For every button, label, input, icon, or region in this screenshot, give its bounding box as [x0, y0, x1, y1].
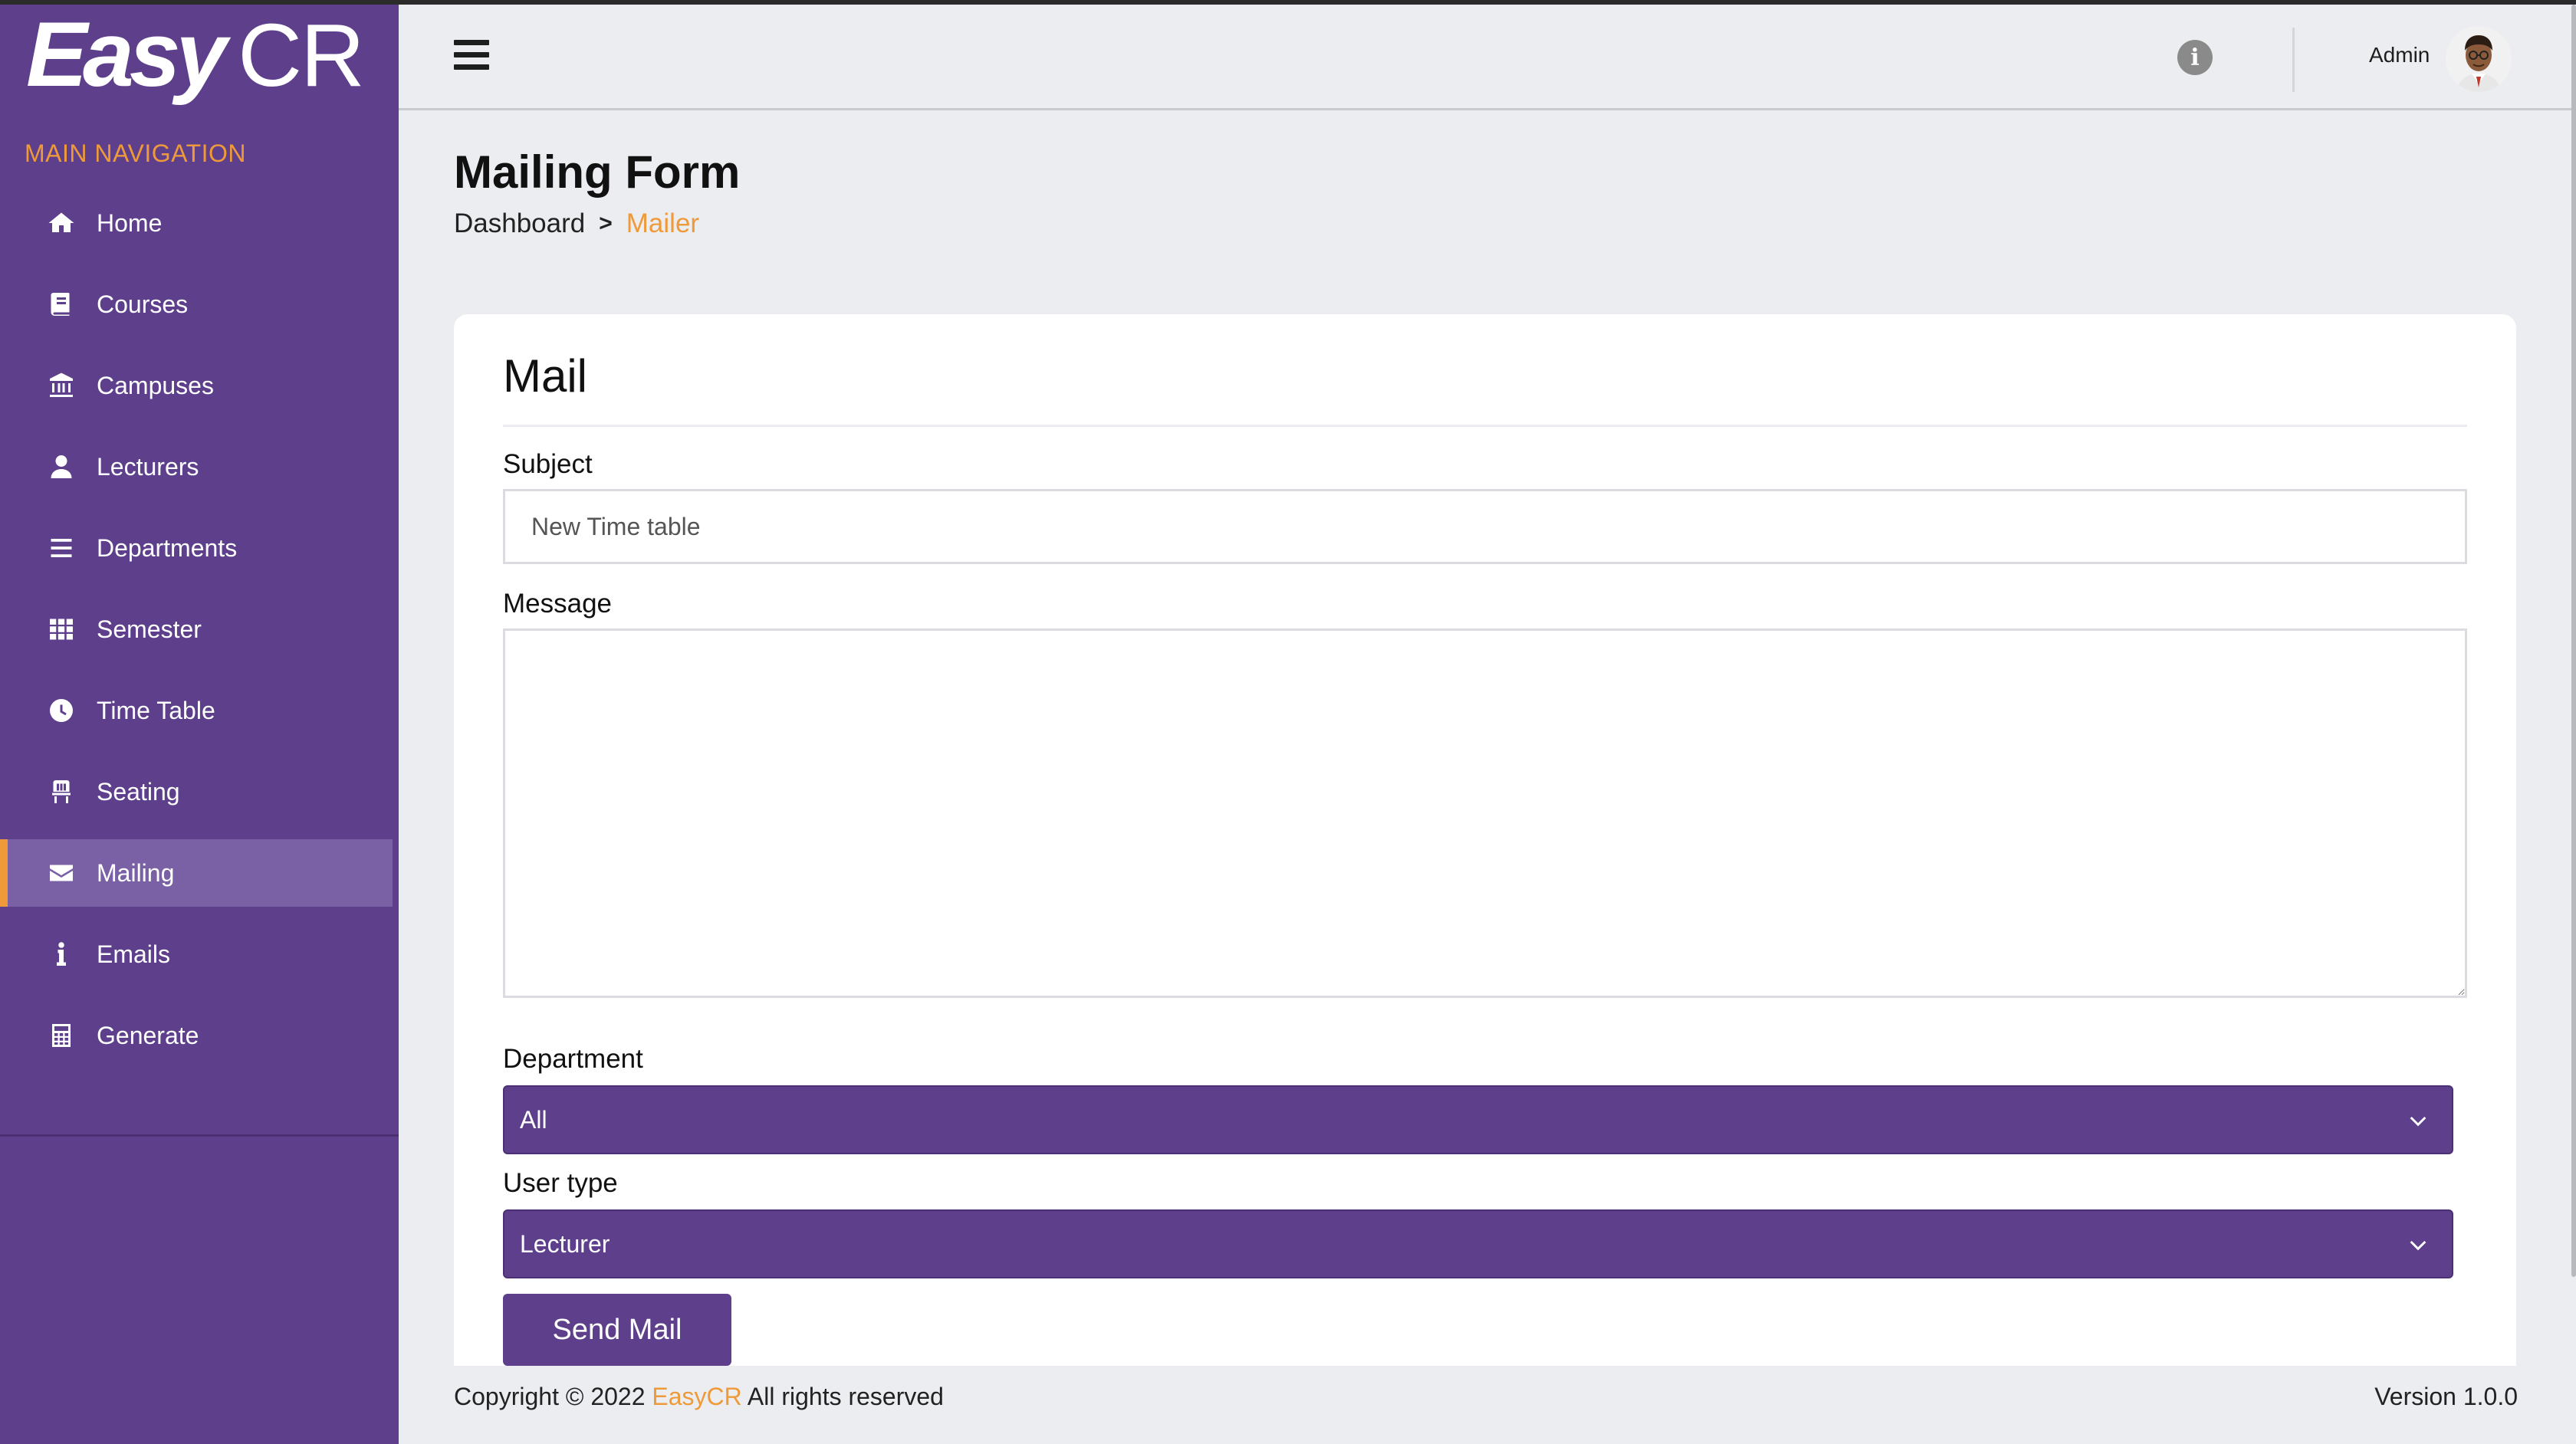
department-select[interactable]: All	[503, 1085, 2453, 1154]
sidebar-item-time-table[interactable]: Time Table	[0, 677, 393, 744]
sidebar-item-label: Generate	[97, 1021, 199, 1049]
sidebar-item-mailing[interactable]: Mailing	[0, 839, 393, 907]
sidebar-item-label: Semester	[97, 615, 202, 643]
sidebar-item-lecturers[interactable]: Lecturers	[0, 433, 393, 500]
nav-heading-label: MAIN NAVIGATION	[25, 139, 246, 167]
sidebar-item-home[interactable]: Home	[0, 189, 393, 257]
footer-brand-link[interactable]: EasyCR	[652, 1383, 741, 1410]
app-logo[interactable]: Easy CR	[26, 3, 365, 112]
copyright-suffix: All rights reserved	[747, 1383, 944, 1410]
chevron-down-icon	[2410, 1240, 2426, 1251]
send-mail-button[interactable]: Send Mail	[503, 1294, 731, 1366]
copyright-prefix: Copyright © 2022	[454, 1383, 646, 1410]
page-scrollbar[interactable]	[2571, 5, 2576, 1277]
nav-heading: MAIN NAVIGATION	[25, 139, 246, 168]
card-title: Mail	[503, 350, 588, 402]
chevron-down-icon	[2410, 1116, 2426, 1127]
user-name[interactable]: Admin	[2369, 43, 2430, 67]
sidebar-item-label: Campuses	[97, 371, 214, 399]
list-icon	[46, 533, 77, 563]
sidebar-item-generate[interactable]: Generate	[0, 1002, 393, 1069]
user-type-label: User type	[503, 1168, 618, 1198]
footer-copyright: Copyright © 2022 EasyCR All rights reser…	[454, 1383, 944, 1411]
page-title: Mailing Form	[454, 146, 741, 198]
department-label: Department	[503, 1044, 643, 1074]
sidebar-item-label: Mailing	[97, 858, 175, 887]
sidebar-item-label: Home	[97, 208, 163, 237]
breadcrumb-dashboard-link[interactable]: Dashboard	[454, 208, 585, 239]
sidebar-item-label: Emails	[97, 940, 171, 968]
institution-icon	[46, 370, 77, 401]
clock-icon	[46, 695, 77, 726]
user-type-selected-value: Lecturer	[520, 1229, 610, 1258]
info-glyph: i	[2190, 44, 2200, 71]
mail-form-card: Mail Subject Message Department All User…	[454, 314, 2516, 1366]
menu-toggle-icon[interactable]	[454, 40, 489, 71]
subject-label: Subject	[503, 449, 593, 479]
department-selected-value: All	[520, 1105, 547, 1134]
calculator-icon	[46, 1020, 77, 1051]
sidebar-item-courses[interactable]: Courses	[0, 271, 393, 338]
sidebar-item-label: Departments	[97, 533, 238, 562]
user-type-select[interactable]: Lecturer	[503, 1209, 2453, 1278]
sidebar-item-label: Courses	[97, 290, 189, 318]
sidebar-item-label: Lecturers	[97, 452, 199, 481]
header-separator	[2292, 28, 2295, 92]
top-header: i Admin	[399, 5, 2571, 110]
sidebar-item-departments[interactable]: Departments	[0, 514, 393, 582]
user-icon	[46, 451, 77, 482]
breadcrumb-current: Mailer	[626, 208, 700, 238]
message-label: Message	[503, 589, 613, 619]
footer-version: Version 1.0.0	[2374, 1383, 2518, 1410]
subject-input[interactable]	[503, 489, 2467, 564]
chair-icon	[46, 776, 77, 807]
info-icon-button[interactable]: i	[2177, 40, 2213, 75]
home-icon	[46, 208, 77, 238]
sidebar: Easy CR MAIN NAVIGATION Home Courses Cam…	[0, 5, 399, 1444]
sidebar-item-seating[interactable]: Seating	[0, 758, 393, 825]
card-divider	[503, 425, 2467, 427]
sidebar-item-emails[interactable]: Emails	[0, 921, 393, 988]
breadcrumb-separator: >	[599, 211, 613, 236]
main-navigation: Home Courses Campuses Lecturers Departme…	[0, 189, 399, 1083]
breadcrumb: Dashboard > Mailer	[454, 208, 699, 239]
sidebar-divider	[0, 1134, 399, 1137]
info-icon	[46, 939, 77, 970]
logo-easy-text: Easy	[26, 3, 227, 106]
envelope-icon	[46, 858, 77, 888]
logo-cr-text: CR	[238, 5, 365, 105]
message-textarea[interactable]	[503, 628, 2467, 998]
sidebar-item-semester[interactable]: Semester	[0, 596, 393, 663]
sidebar-item-campuses[interactable]: Campuses	[0, 352, 393, 419]
sidebar-item-label: Seating	[97, 777, 180, 806]
book-icon	[46, 289, 77, 320]
avatar[interactable]	[2446, 26, 2512, 92]
sidebar-item-label: Time Table	[97, 696, 215, 724]
grid-icon	[46, 614, 77, 645]
